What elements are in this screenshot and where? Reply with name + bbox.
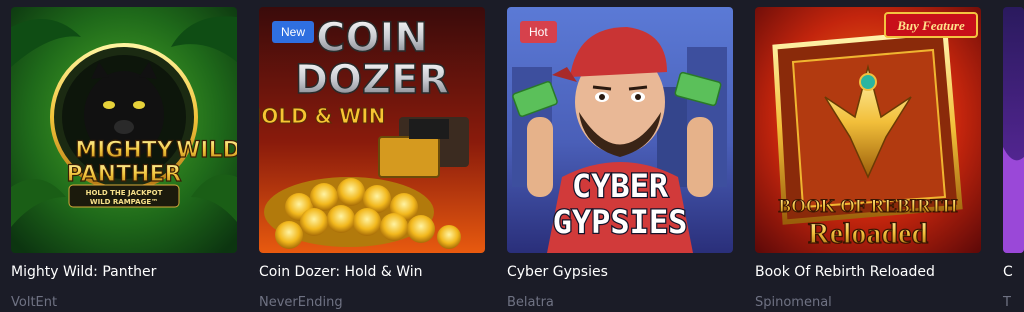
svg-text:Buy Feature: Buy Feature <box>896 18 965 33</box>
svg-text:HOLD THE JACKPOT: HOLD THE JACKPOT <box>86 189 163 197</box>
panther-art-icon: MIGHTY WILD PANTHER HOLD THE JACKPOT WIL… <box>11 7 237 253</box>
game-title[interactable]: Mighty Wild: Panther <box>11 264 156 280</box>
svg-text:Reloaded: Reloaded <box>808 217 928 250</box>
game-title[interactable]: Cyber Gypsies <box>507 264 608 280</box>
svg-text:PANTHER: PANTHER <box>67 162 182 187</box>
game-provider: NeverEnding <box>259 295 343 310</box>
book-of-rebirth-art-icon: Buy Feature BOOK OF REBIRTH Reloaded <box>755 7 981 253</box>
coin-dozer-art-icon: COIN DOZER HOLD & WIN <box>259 7 485 253</box>
svg-text:MIGHTY: MIGHTY <box>75 138 174 163</box>
cyber-gypsy-art-icon: CYBER GYPSIES <box>507 7 733 253</box>
svg-text:GYPSIES: GYPSIES <box>553 203 688 241</box>
svg-text:DOZER: DOZER <box>295 57 449 103</box>
svg-text:CYBER: CYBER <box>572 167 669 205</box>
svg-text:COIN: COIN <box>316 15 428 61</box>
game-provider: VoltEnt <box>11 295 58 310</box>
svg-text:BOOK OF REBIRTH: BOOK OF REBIRTH <box>778 196 957 217</box>
game-thumbnail[interactable]: MIGHTY WILD PANTHER HOLD THE JACKPOT WIL… <box>11 7 237 253</box>
game-title[interactable]: Book Of Rebirth Reloaded <box>755 264 935 280</box>
game-provider: Belatra <box>507 295 554 310</box>
game-provider: Spinomenal <box>755 295 832 310</box>
game-thumbnail[interactable]: COIN DOZER HOLD & WIN <box>259 7 485 253</box>
svg-text:HOLD & WIN: HOLD & WIN <box>259 104 385 128</box>
game-card-coin-dozer[interactable]: COIN DOZER HOLD & WIN <box>259 7 485 310</box>
game-title[interactable]: Coin Dozer: Hold & Win <box>259 264 423 280</box>
game-thumbnail[interactable] <box>1003 7 1024 253</box>
partial-game-art-icon <box>1003 7 1024 253</box>
game-thumbnail[interactable]: CYBER GYPSIES Hot <box>507 7 733 253</box>
game-thumbnail[interactable]: Buy Feature BOOK OF REBIRTH Reloaded <box>755 7 981 253</box>
badge-hot: Hot <box>520 21 557 43</box>
game-carousel: MIGHTY WILD PANTHER HOLD THE JACKPOT WIL… <box>0 0 1024 312</box>
svg-text:WILD: WILD <box>176 138 237 163</box>
svg-text:WILD RAMPAGE™: WILD RAMPAGE™ <box>90 198 158 206</box>
badge-new: New <box>272 21 315 43</box>
game-card-book-of-rebirth-reloaded[interactable]: Buy Feature BOOK OF REBIRTH Reloaded Boo… <box>755 7 981 310</box>
game-provider: T <box>1003 295 1011 310</box>
game-card-partial[interactable]: C T <box>1003 7 1024 310</box>
game-title[interactable]: C <box>1003 264 1013 280</box>
game-card-cyber-gypsies[interactable]: CYBER GYPSIES Hot Cyber Gypsies Belatra <box>507 7 733 310</box>
game-card-mighty-wild-panther[interactable]: MIGHTY WILD PANTHER HOLD THE JACKPOT WIL… <box>11 7 237 310</box>
